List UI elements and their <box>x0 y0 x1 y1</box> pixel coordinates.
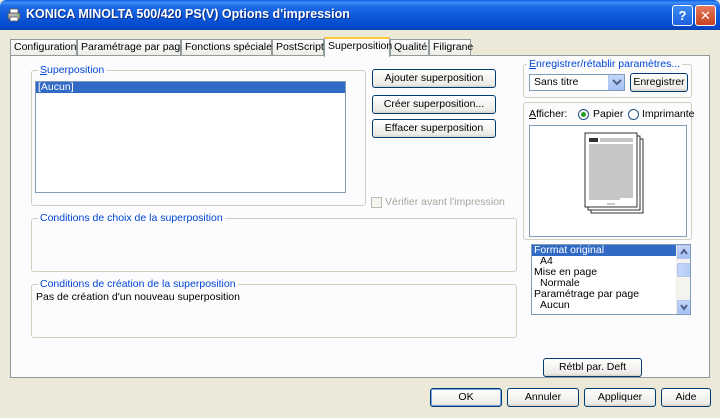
close-button[interactable]: ✕ <box>695 5 716 26</box>
tab-configuration[interactable]: Configuration <box>10 39 77 56</box>
scroll-down-icon[interactable] <box>677 300 690 314</box>
verify-before-print-checkbox[interactable] <box>371 197 382 208</box>
choice-conditions-group: Conditions de choix de la superposition <box>31 212 517 272</box>
delete-overlay-button[interactable]: Effacer superposition <box>372 119 496 138</box>
list-item[interactable]: Aucun <box>532 300 690 311</box>
verify-before-print-label[interactable]: Vérifier avant l'impression <box>385 196 505 208</box>
display-label: Afficher: <box>529 108 568 120</box>
cancel-button[interactable]: Annuler <box>507 388 579 407</box>
restore-defaults-button[interactable]: Rétbl par. Deft <box>543 358 642 377</box>
summary-scrollbar[interactable] <box>676 245 690 314</box>
tab-postscript[interactable]: PostScript <box>272 39 324 56</box>
overlay-listbox[interactable]: [Aucun] <box>35 81 346 193</box>
window-title: KONICA MINOLTA 500/420 PS(V) Options d'i… <box>26 7 350 21</box>
help-title-button[interactable]: ? <box>672 5 693 26</box>
printer-icon <box>7 8 21 22</box>
title-bar[interactable]: KONICA MINOLTA 500/420 PS(V) Options d'i… <box>0 0 720 30</box>
printer-radio[interactable] <box>628 109 639 120</box>
tab-watermark[interactable]: Filigrane <box>429 39 473 56</box>
list-item[interactable]: Format original <box>532 245 690 256</box>
list-item[interactable]: [Aucun] <box>36 82 345 93</box>
paper-radio[interactable] <box>578 109 589 120</box>
tab-page-settings[interactable]: Paramétrage par page <box>77 39 186 56</box>
add-overlay-button[interactable]: Ajouter superposition <box>372 69 496 88</box>
help-button[interactable]: Aide <box>661 388 711 407</box>
creation-conditions-title: Conditions de création de la superpositi… <box>38 278 238 290</box>
chevron-down-icon[interactable] <box>608 75 624 90</box>
creation-conditions-text: Pas de création d'un nouveau superpositi… <box>36 291 240 303</box>
display-group: Afficher: Papier Imprimante <box>523 102 695 240</box>
scroll-up-icon[interactable] <box>677 245 690 259</box>
settings-summary-listbox[interactable]: Format original A4 Mise en page Normale … <box>531 244 691 315</box>
tab-quality[interactable]: Qualité <box>390 39 429 56</box>
paper-radio-label[interactable]: Papier <box>593 108 623 120</box>
apply-button[interactable]: Appliquer <box>584 388 656 407</box>
settings-combo-value: Sans titre <box>534 76 579 88</box>
overlay-group: Superposition [Aucun] <box>31 64 366 206</box>
print-options-dialog: KONICA MINOLTA 500/420 PS(V) Options d'i… <box>0 0 720 418</box>
overlay-group-title: Superposition <box>38 64 107 76</box>
choice-conditions-title: Conditions de choix de la superposition <box>38 212 225 224</box>
document-preview-icon <box>584 132 644 214</box>
ok-button[interactable]: OK <box>430 388 502 407</box>
save-settings-button[interactable]: Enregistrer <box>630 73 688 92</box>
scroll-thumb[interactable] <box>677 263 690 277</box>
tab-special-functions[interactable]: Fonctions spéciales <box>181 39 277 56</box>
printer-radio-label[interactable]: Imprimante <box>642 108 695 120</box>
creation-conditions-group: Conditions de création de la superpositi… <box>31 278 517 338</box>
save-restore-title: Enregistrer/rétablir paramètres... <box>527 58 683 70</box>
save-restore-group: Enregistrer/rétablir paramètres... Sans … <box>523 58 692 98</box>
tab-panel: Superposition [Aucun] Ajouter superposit… <box>10 55 710 378</box>
create-overlay-button[interactable]: Créer superposition... <box>372 95 496 114</box>
settings-combo[interactable]: Sans titre <box>529 74 625 91</box>
tab-overlay[interactable]: Superposition <box>324 37 392 57</box>
page-preview <box>529 125 687 237</box>
